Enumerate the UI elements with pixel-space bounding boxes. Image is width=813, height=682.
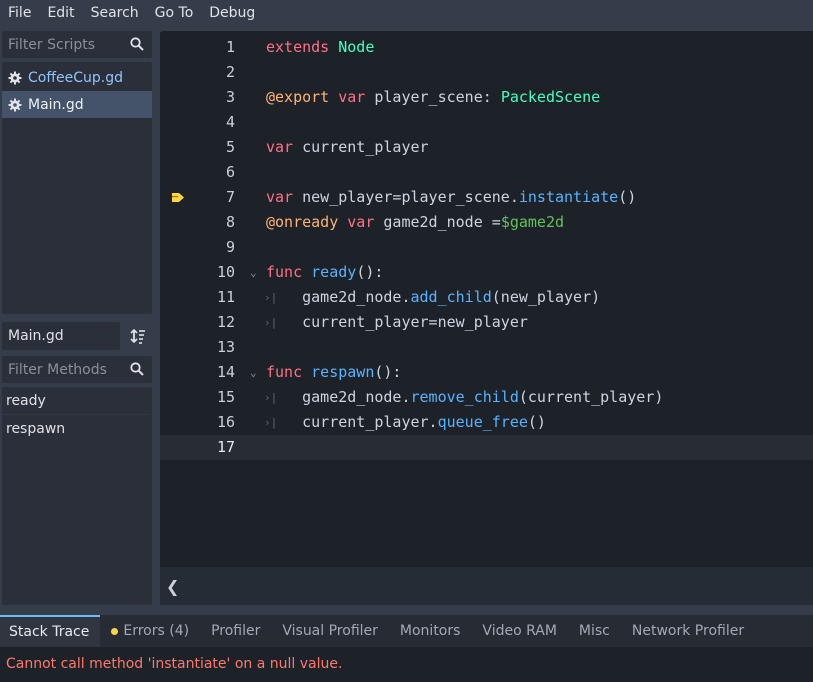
code-line: 2 (160, 60, 813, 85)
filter-methods-placeholder: Filter Methods (8, 361, 107, 378)
line-number: 5 (225, 138, 235, 156)
filter-scripts-placeholder: Filter Scripts (8, 36, 96, 53)
method-list: ready respawn (2, 387, 152, 605)
line-number: 15 (216, 388, 235, 406)
line-number: 6 (225, 163, 235, 181)
menu-file[interactable]: File (0, 0, 39, 26)
chevron-left-icon[interactable]: ❮ (166, 577, 179, 596)
code-line: 10 ⌄ func ready(): (160, 260, 813, 285)
code-text: @export var player_scene: PackedScene (266, 88, 601, 106)
menu-search[interactable]: Search (83, 0, 147, 26)
code-text: game2d_node.add_child(new_player) (266, 288, 601, 306)
line-number: 3 (225, 88, 235, 106)
tab-label: Errors (4) (123, 623, 190, 639)
code-line: 9 (160, 235, 813, 260)
code-text: func ready(): (266, 263, 384, 281)
code-line: 13 (160, 335, 813, 360)
tab-label: Stack Trace (9, 624, 90, 640)
code-line: 5 var current_player (160, 135, 813, 160)
line-number: 13 (216, 338, 235, 356)
script-item-label: Main.gd (28, 96, 84, 113)
gear-icon (8, 71, 22, 84)
code-line: 3 @export var player_scene: PackedScene (160, 85, 813, 110)
code-line: 16 ›| current_player.queue_free() (160, 410, 813, 435)
filter-scripts-input[interactable]: Filter Scripts (2, 31, 152, 58)
tab-label: Profiler (211, 623, 261, 639)
code-line: 14 ⌄ func respawn(): (160, 360, 813, 385)
tab-label: Monitors (399, 623, 461, 639)
tab-network-profiler[interactable]: Network Profiler (621, 615, 755, 647)
filter-methods-input[interactable]: Filter Methods (2, 356, 152, 383)
method-item-ready[interactable]: ready (2, 387, 148, 415)
tab-misc[interactable]: Misc (568, 615, 621, 647)
tab-label: Misc (578, 623, 610, 639)
fold-arrow-icon[interactable]: ⌄ (250, 260, 260, 285)
code-text: var new_player=player_scene.instantiate(… (266, 188, 637, 206)
line-number: 8 (225, 213, 235, 231)
line-number: 9 (225, 238, 235, 256)
code-line: 11 ›| game2d_node.add_child(new_player) (160, 285, 813, 310)
code-text: var current_player (266, 138, 429, 156)
tab-video-ram[interactable]: Video RAM (471, 615, 568, 647)
code-line: 8 @onready var game2d_node =$game2d (160, 210, 813, 235)
code-text: current_player=new_player (266, 313, 528, 331)
tab-monitors[interactable]: Monitors (389, 615, 472, 647)
editor-footer: ❮ (160, 567, 813, 605)
code-line: 15 ›| game2d_node.remove_child(current_p… (160, 385, 813, 410)
script-item-label: CoffeeCup.gd (28, 69, 123, 86)
warning-dot-icon (111, 627, 119, 635)
current-file-label: Main.gd (2, 322, 120, 350)
line-number: 16 (216, 413, 235, 431)
code-text: game2d_node.remove_child(current_player) (266, 388, 664, 406)
tab-label: Visual Profiler (282, 623, 378, 639)
tab-stack-trace[interactable]: Stack Trace (0, 615, 101, 647)
menu-edit[interactable]: Edit (39, 0, 82, 26)
tab-label: Video RAM (482, 623, 557, 639)
stack-trace-pane: Cannot call method 'instantiate' on a nu… (0, 647, 813, 682)
method-item-respawn[interactable]: respawn (2, 415, 148, 443)
sort-icon (130, 328, 145, 344)
tab-errors[interactable]: Errors (4) (100, 615, 200, 647)
line-number: 10 (216, 263, 235, 281)
line-number: 7 (225, 188, 235, 206)
code-text: func respawn(): (266, 363, 402, 381)
line-number: 12 (216, 313, 235, 331)
code-line: 4 (160, 110, 813, 135)
menu-debug[interactable]: Debug (201, 0, 263, 26)
search-icon (130, 362, 144, 376)
code-editor[interactable]: 1 extends Node 2 3 @export var player_sc… (160, 31, 813, 567)
code-line: 12 ›| current_player=new_player (160, 310, 813, 335)
code-text: @onready var game2d_node =$game2d (266, 213, 565, 231)
code-text: extends Node (266, 38, 375, 56)
fold-arrow-icon[interactable]: ⌄ (250, 360, 260, 385)
script-list: CoffeeCup.gd Main.gd (2, 62, 152, 314)
line-number: 11 (216, 288, 235, 306)
line-number: 4 (225, 113, 235, 131)
code-line: 7 var new_player=player_scene.instantiat… (160, 185, 813, 210)
error-message: Cannot call method 'instantiate' on a nu… (6, 656, 343, 672)
tab-visual-profiler[interactable]: Visual Profiler (271, 615, 389, 647)
line-number: 1 (225, 38, 235, 56)
search-icon (130, 37, 144, 51)
script-item-main[interactable]: Main.gd (2, 91, 152, 118)
debugger-tabs: Stack Trace Errors (4) Profiler Visual P… (0, 615, 813, 647)
tab-profiler[interactable]: Profiler (200, 615, 271, 647)
code-text: current_player.queue_free() (266, 413, 546, 431)
line-number: 14 (216, 363, 235, 381)
gear-icon (8, 98, 22, 111)
code-line: 1 extends Node (160, 35, 813, 60)
sort-methods-button[interactable] (124, 322, 152, 350)
current-file-name: Main.gd (8, 328, 64, 344)
tab-label: Network Profiler (631, 623, 745, 639)
line-number: 17 (216, 438, 235, 456)
code-line: 6 (160, 160, 813, 185)
menu-bar: File Edit Search Go To Debug (0, 0, 813, 26)
script-item-coffeecup[interactable]: CoffeeCup.gd (2, 64, 152, 91)
menu-goto[interactable]: Go To (147, 0, 202, 26)
current-code-line: 17 (160, 435, 813, 460)
line-number: 2 (225, 63, 235, 81)
